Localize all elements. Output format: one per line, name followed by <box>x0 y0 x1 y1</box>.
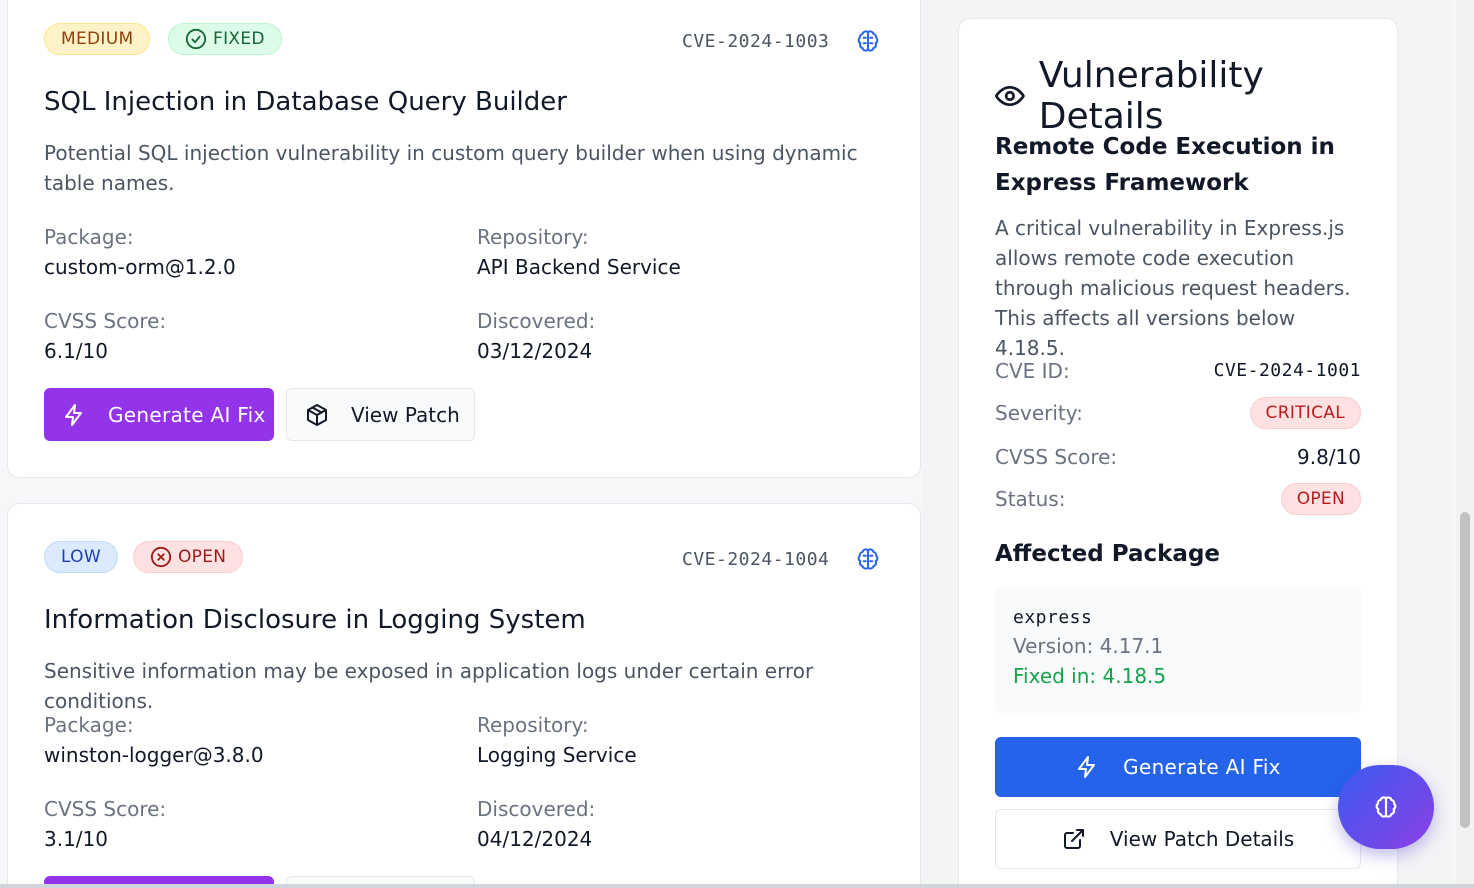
vulnerability-title: Information Disclosure in Logging System <box>44 605 586 635</box>
generate-ai-fix-button[interactable]: Generate AI Fix <box>995 737 1361 797</box>
package-label: Package: <box>44 225 134 249</box>
package-name: express <box>1013 607 1093 628</box>
cve-id-label: CVE ID: <box>995 359 1070 383</box>
vulnerability-description: Sensitive information may be exposed in … <box>44 659 814 713</box>
severity-badge: CRITICAL <box>1249 397 1361 429</box>
package-label: Package: <box>44 713 134 737</box>
vulnerability-card[interactable]: LOW OPEN CVE-2024-1004 Information Discl… <box>7 503 921 888</box>
status-badge-label: OPEN <box>178 547 227 567</box>
severity-badge: LOW <box>44 541 118 573</box>
view-patch-label: View Patch <box>351 402 460 427</box>
repository-label: Repository: <box>477 713 589 737</box>
cvss-value: 9.8/10 <box>1297 445 1361 469</box>
brain-icon[interactable] <box>855 546 881 572</box>
status-label: Status: <box>995 487 1066 511</box>
generate-ai-fix-button[interactable]: Generate AI Fix <box>44 388 274 441</box>
cvss-label: CVSS Score: <box>995 445 1118 469</box>
discovered-label: Discovered: <box>477 797 596 821</box>
repository-value: API Backend Service <box>477 255 681 279</box>
repository-value: Logging Service <box>477 743 637 767</box>
cvss-label: CVSS Score: <box>44 797 167 821</box>
status-badge: OPEN <box>1280 483 1361 515</box>
package-fixed-in: Fixed in: 4.18.5 <box>1013 664 1167 688</box>
bottom-edge <box>0 884 1474 888</box>
scrollbar-thumb[interactable] <box>1460 512 1470 828</box>
cve-id: CVE-2024-1004 <box>682 549 830 570</box>
brain-icon[interactable] <box>855 28 881 54</box>
discovered-label: Discovered: <box>477 309 596 333</box>
details-heading-label: Vulnerability Details <box>1038 55 1264 137</box>
brain-icon <box>1375 796 1397 818</box>
package-value: winston-logger@3.8.0 <box>44 743 264 767</box>
generate-ai-fix-label: Generate AI Fix <box>1123 755 1281 779</box>
package-icon <box>307 403 327 426</box>
severity-badge: MEDIUM <box>44 23 151 55</box>
repository-label: Repository: <box>477 225 589 249</box>
discovered-value: 03/12/2024 <box>477 339 593 363</box>
lightning-icon <box>1078 756 1096 778</box>
check-circle-icon <box>185 28 207 50</box>
details-heading: Vulnerability Details <box>995 55 1397 137</box>
eye-icon <box>995 85 1025 107</box>
details-description: A critical vulnerability in Express.js a… <box>995 216 1351 360</box>
lightning-icon <box>65 403 82 426</box>
ai-assistant-button[interactable] <box>1338 765 1434 849</box>
details-title: Remote Code Execution in Express Framewo… <box>995 134 1335 196</box>
status-badge: OPEN <box>133 541 244 573</box>
cvss-value: 3.1/10 <box>44 827 108 851</box>
status-badge: FIXED <box>168 23 282 55</box>
discovered-value: 04/12/2024 <box>477 827 593 851</box>
external-link-icon <box>1063 829 1084 849</box>
status-badge-label: FIXED <box>213 29 265 49</box>
severity-badge-label: MEDIUM <box>61 29 134 49</box>
cvss-label: CVSS Score: <box>44 309 167 333</box>
affected-package-box: express Version: 4.17.1 Fixed in: 4.18.5 <box>995 587 1361 713</box>
cvss-value: 6.1/10 <box>44 339 108 363</box>
vulnerability-title: SQL Injection in Database Query Builder <box>44 87 567 117</box>
severity-badge-label: LOW <box>61 547 101 567</box>
vulnerability-card[interactable]: MEDIUM FIXED CVE-2024-1003 SQL Injection… <box>7 0 921 478</box>
view-patch-details-label: View Patch Details <box>1109 827 1295 851</box>
package-value: custom-orm@1.2.0 <box>44 255 236 279</box>
cve-id-value: CVE-2024-1001 <box>1213 360 1361 381</box>
severity-label: Severity: <box>995 401 1083 425</box>
x-circle-icon <box>150 546 172 568</box>
package-version: Version: 4.17.1 <box>1013 634 1164 658</box>
affected-package-heading: Affected Package <box>995 541 1221 567</box>
vulnerability-details-panel: Vulnerability Details Remote Code Execut… <box>958 18 1398 888</box>
generate-ai-fix-label: Generate AI Fix <box>108 402 266 427</box>
view-patch-button[interactable]: View Patch <box>286 388 475 441</box>
vulnerability-description: Potential SQL injection vulnerability in… <box>44 141 858 195</box>
view-patch-details-button[interactable]: View Patch Details <box>995 809 1361 869</box>
cve-id: CVE-2024-1003 <box>682 31 830 52</box>
